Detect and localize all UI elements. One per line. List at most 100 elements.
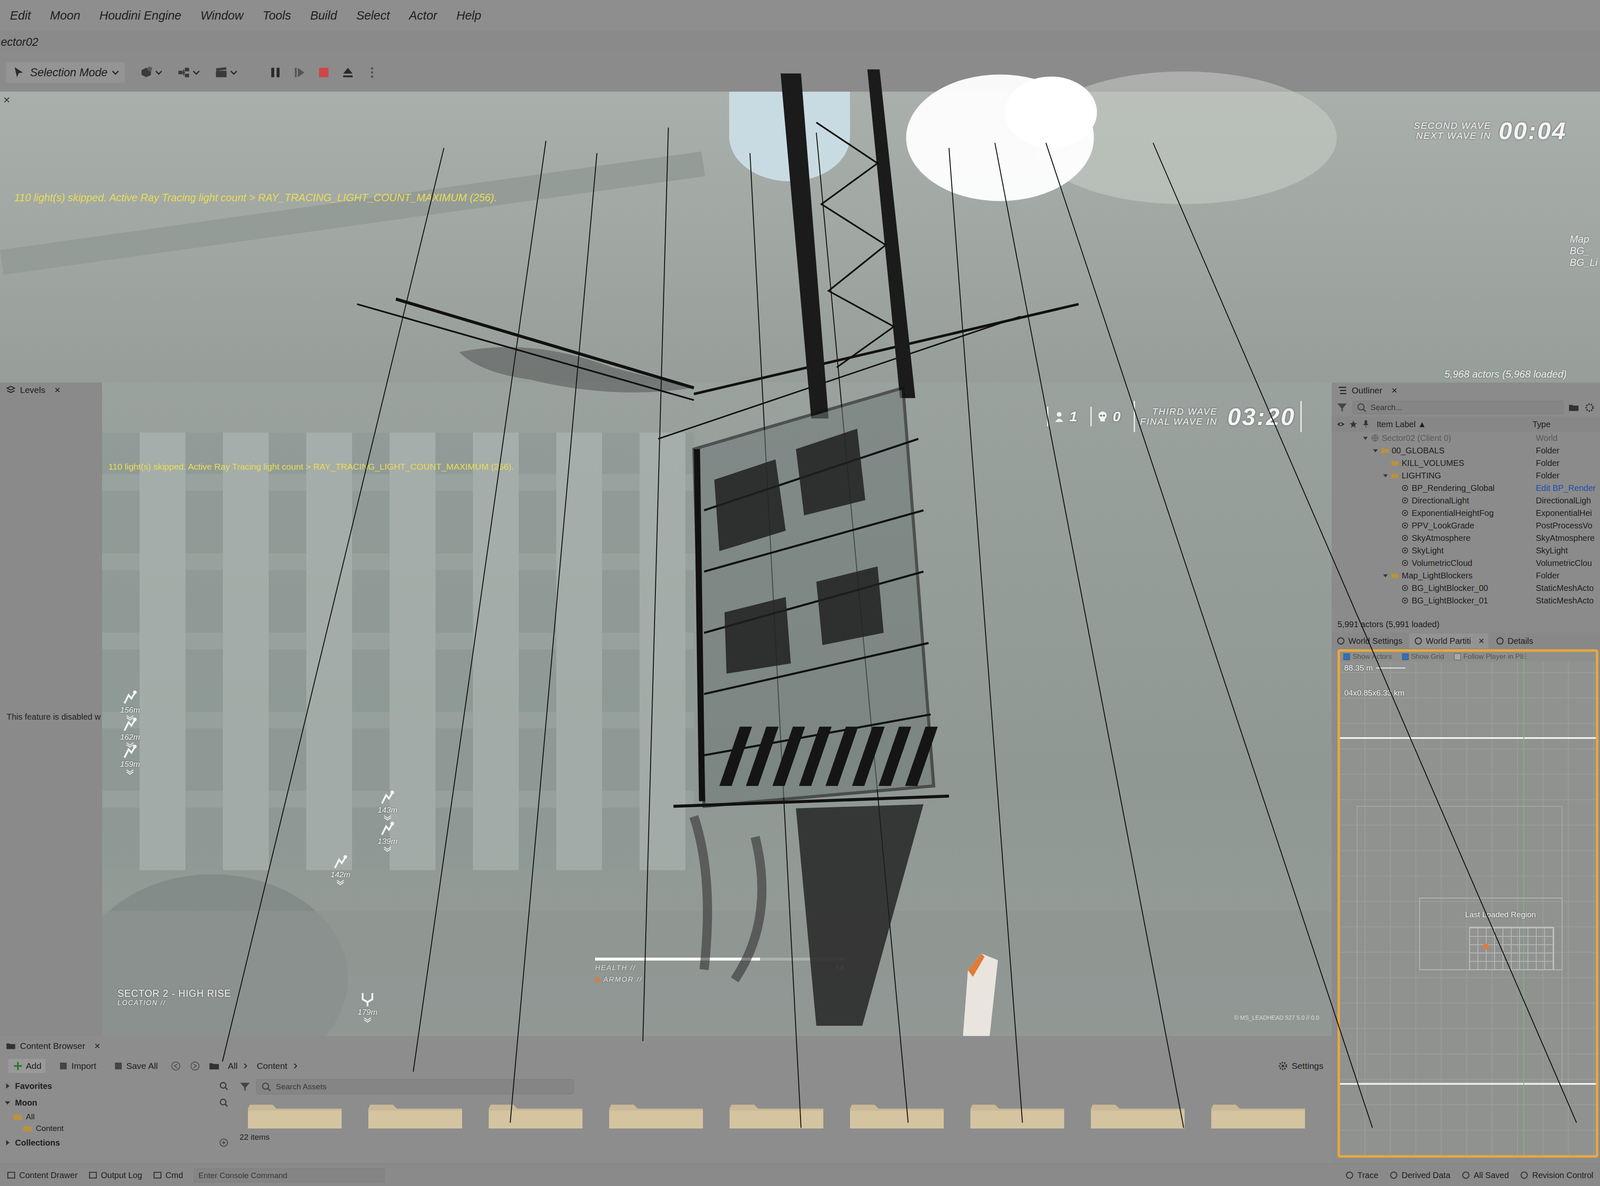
expand-arrow-icon[interactable] [1382,572,1389,579]
expand-arrow-icon[interactable] [1392,510,1399,516]
game-viewport[interactable]: 110 light(s) skipped. Active Ray Tracing… [102,382,1332,1036]
map-option-checkbox[interactable]: Follow Player in PIE [1454,652,1527,661]
expand-arrow-icon[interactable] [1392,535,1399,541]
expand-arrow-icon[interactable] [1382,472,1389,479]
filter-icon[interactable] [1336,402,1348,413]
advance-frame-icon[interactable] [292,65,307,80]
path-crumb[interactable]: Content [256,1060,299,1071]
tree-folder[interactable]: Content [4,1122,229,1135]
folder-tile-icon[interactable] [970,1102,1065,1129]
folder-tile-icon[interactable] [1211,1102,1305,1129]
menu-item[interactable]: Build [310,8,338,23]
map-option-checkbox[interactable]: Show Grid [1402,652,1445,661]
menu-item[interactable]: Houdini Engine [99,8,182,23]
folder-tile-icon[interactable] [1090,1102,1185,1129]
menu-item[interactable]: Tools [262,8,291,23]
panel-tab[interactable]: Details [1490,634,1538,648]
status-button[interactable]: Trace [1345,1170,1379,1180]
eject-icon[interactable] [340,65,355,80]
settings-button[interactable]: Settings [1277,1060,1324,1072]
toolbar-button[interactable]: Save All [108,1058,163,1073]
menu-item[interactable]: Window [200,8,244,23]
outliner-row[interactable]: VolumetricCloudVolumetricClou [1331,556,1600,570]
checkbox[interactable] [1454,653,1461,660]
filter-icon[interactable] [239,1081,251,1093]
outliner-row[interactable]: 00_GLOBALSFolder [1331,444,1600,457]
status-button[interactable]: Cmd [152,1170,183,1180]
tree-section[interactable]: Moon [4,1094,229,1111]
collections-section[interactable]: Collections [4,1134,229,1151]
status-button[interactable]: All Saved [1461,1170,1510,1180]
outliner-row[interactable]: BG_LightBlocker_01StaticMeshActo [1331,594,1600,607]
blueprint-button[interactable] [176,65,200,80]
status-button[interactable]: Content Drawer [6,1170,78,1180]
expand-arrow-icon[interactable] [1382,460,1389,466]
console-input[interactable]: Enter Console Command [193,1168,385,1183]
menu-item[interactable]: Help [456,8,482,23]
add-actor-button[interactable] [139,65,163,80]
column-header[interactable]: Type [1532,419,1595,430]
expand-arrow-icon[interactable] [1372,447,1379,454]
outliner-row[interactable]: KILL_VOLUMESFolder [1331,456,1600,470]
outliner-row[interactable]: ExponentialHeightFogExponentialHei [1331,506,1600,520]
folder-tile-icon[interactable] [488,1102,583,1129]
close-button[interactable]: × [3,93,10,107]
outliner-row[interactable]: SkyLightSkyLight [1331,544,1600,557]
expand-arrow-icon[interactable] [1362,435,1369,441]
folder-tile-icon[interactable] [850,1102,944,1129]
close-button[interactable]: × [1391,384,1398,397]
outliner-row[interactable]: Sector02 (Client 0)World [1331,431,1600,445]
levels-tab[interactable]: Levels× [0,382,103,398]
menu-item[interactable]: Actor [409,8,438,23]
folder-tile-icon[interactable] [609,1102,703,1129]
close-button[interactable]: × [54,384,61,396]
menu-item[interactable]: Edit [10,8,31,23]
eye-icon[interactable] [1336,420,1345,429]
menu-item[interactable]: Select [356,8,390,23]
outliner-row[interactable]: BG_LightBlocker_00StaticMeshActo [1331,581,1600,595]
expand-arrow-icon[interactable] [1392,485,1399,491]
close-button[interactable]: × [94,1040,100,1052]
outliner-row[interactable]: LIGHTINGFolder [1331,469,1600,482]
folder-tile-icon[interactable] [247,1102,342,1129]
expand-arrow-icon[interactable] [1392,585,1399,591]
forward-icon[interactable] [189,1060,201,1072]
search-icon[interactable] [218,1080,229,1091]
gear-icon[interactable] [1584,402,1595,413]
outliner-row[interactable]: DirectionalLightDirectionalLigh [1331,494,1600,507]
stop-icon[interactable] [316,65,331,80]
map-option-checkbox[interactable]: Show Actors [1343,652,1393,661]
selection-mode-button[interactable]: Selection Mode [5,62,125,83]
menu-item[interactable]: Moon [50,8,81,23]
checkbox[interactable] [1343,653,1350,660]
outliner-search-field[interactable]: Search... [1352,400,1564,415]
add-collection-icon[interactable] [218,1137,229,1148]
outliner-row[interactable]: SkyAtmosphereSkyAtmosphere [1331,531,1600,545]
status-button[interactable]: Output Log [88,1170,143,1180]
panel-tab[interactable]: World Partiti× [1409,633,1489,649]
expand-arrow-icon[interactable] [1392,560,1399,566]
more-options-icon[interactable] [365,65,380,80]
tree-section[interactable]: Favorites [4,1077,229,1095]
add-folder-icon[interactable] [1568,402,1580,413]
checkbox[interactable] [1402,653,1409,660]
outliner-tab[interactable]: Outliner× [1331,382,1600,399]
back-icon[interactable] [170,1060,182,1072]
star-icon[interactable] [1349,420,1358,429]
cinematics-button[interactable] [214,65,238,80]
world-partition-map[interactable]: Show Actors Show Grid Follow Player in PIE… [1337,649,1599,1158]
column-header[interactable]: Item Label ▲ [1374,419,1529,430]
outliner-row[interactable]: PPV_LookGradePostProcessVo [1331,519,1600,532]
expand-arrow-icon[interactable] [1392,547,1399,554]
asset-search-field[interactable]: Search Assets [256,1079,574,1095]
path-crumb[interactable]: All [227,1060,249,1071]
tree-folder[interactable]: All [4,1110,229,1123]
secondary-viewport[interactable]: ×110 light(s) skipped. Active Ray Tracin… [0,91,1600,383]
expand-arrow-icon[interactable] [1392,497,1399,504]
folder-tile-icon[interactable] [368,1102,463,1129]
content-browser-tab[interactable]: Content Browser× [0,1038,106,1054]
status-button[interactable]: Derived Data [1389,1170,1451,1180]
folder-tile-icon[interactable] [729,1102,824,1129]
pause-icon[interactable] [268,65,283,80]
level-tab[interactable]: ector02 [0,35,39,49]
